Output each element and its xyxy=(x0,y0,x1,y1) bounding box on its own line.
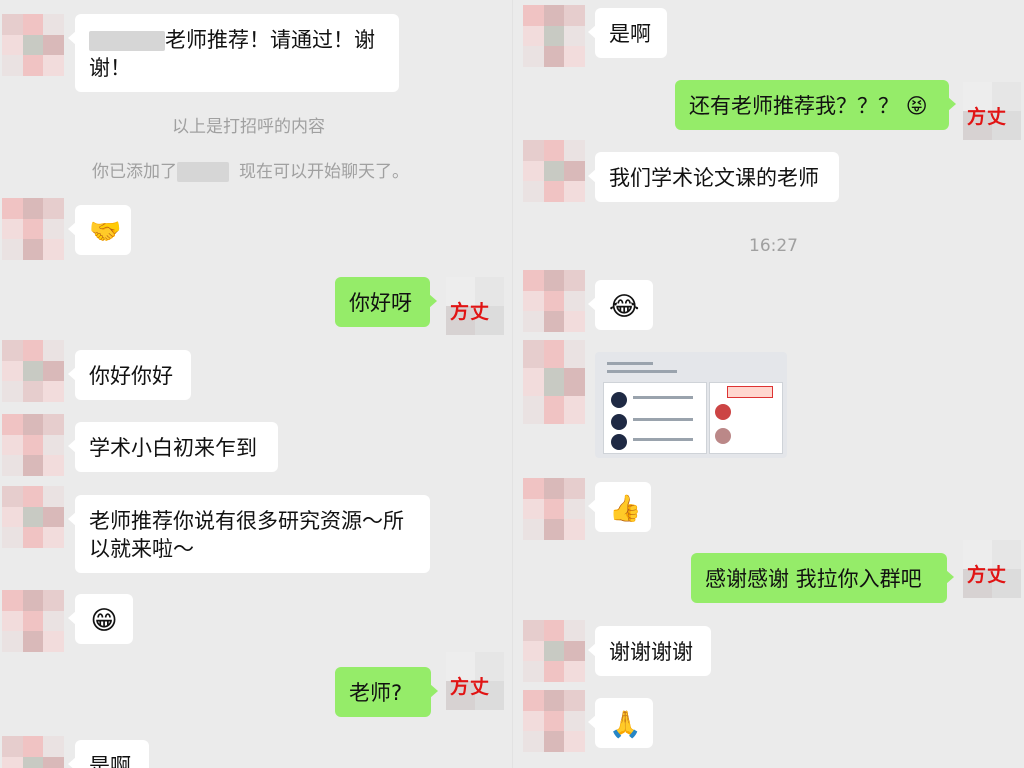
redacted-name xyxy=(177,162,229,182)
contact-avatar[interactable] xyxy=(2,198,64,260)
message-outgoing[interactable]: 你好呀 xyxy=(335,277,437,327)
my-avatar[interactable]: 方丈 xyxy=(963,540,1021,598)
chat-panel-right: 是啊 还有老师推荐我？？？ 😝 方丈 我们学术论文课的老师 16:27 😂 👍 … xyxy=(512,0,1024,768)
image-text-line xyxy=(633,438,693,441)
message-incoming[interactable]: 我们学术论文课的老师 xyxy=(588,152,839,202)
contact-avatar[interactable] xyxy=(2,414,64,476)
notice-prefix: 你已添加了 xyxy=(92,162,177,182)
image-text-line xyxy=(633,396,693,399)
emoji-inline: 😝 xyxy=(905,94,928,118)
contact-avatar[interactable] xyxy=(2,340,64,402)
emoji-message[interactable]: 🤝 xyxy=(68,205,131,255)
image-logo xyxy=(715,404,731,420)
image-logo xyxy=(611,414,627,430)
avatar-logo-text: 方丈 xyxy=(450,676,491,698)
image-logo xyxy=(611,434,627,450)
my-avatar[interactable]: 方丈 xyxy=(446,277,504,335)
emoji-message[interactable]: 😂 xyxy=(588,280,653,330)
contact-avatar[interactable] xyxy=(523,620,585,682)
message-outgoing[interactable]: 老师? xyxy=(335,667,438,717)
avatar-logo-text: 方丈 xyxy=(967,564,1008,586)
message-text: 还有老师推荐我？？？ xyxy=(689,94,899,118)
message-incoming[interactable]: 谢谢谢谢 xyxy=(588,626,711,676)
contact-avatar[interactable] xyxy=(2,486,64,548)
timestamp: 16:27 xyxy=(749,236,798,256)
message-outgoing[interactable]: 还有老师推荐我？？？ 😝 xyxy=(675,80,956,130)
contact-avatar[interactable] xyxy=(523,340,585,424)
avatar-logo-text: 方丈 xyxy=(450,301,491,323)
image-highlight xyxy=(727,386,773,398)
contact-avatar[interactable] xyxy=(2,590,64,652)
chat-panel-left: 老师推荐！请通过！谢谢！ 以上是打招呼的内容 你已添加了 现在可以开始聊天了。 🤝… xyxy=(0,0,512,768)
message-incoming[interactable]: 老师推荐你说有很多研究资源～所以就来啦～ xyxy=(68,495,430,573)
message-incoming[interactable]: 老师推荐！请通过！谢谢！ xyxy=(68,14,399,92)
notice-suffix: 现在可以开始聊天了。 xyxy=(239,162,409,182)
my-avatar[interactable]: 方丈 xyxy=(963,82,1021,140)
message-incoming[interactable]: 是啊 xyxy=(68,740,149,768)
redacted-name xyxy=(89,31,165,51)
image-message[interactable] xyxy=(595,352,787,458)
message-incoming[interactable]: 学术小白初来乍到 xyxy=(68,422,278,472)
image-logo xyxy=(611,392,627,408)
image-text-line xyxy=(607,362,653,365)
contact-avatar[interactable] xyxy=(523,270,585,332)
contact-avatar[interactable] xyxy=(523,5,585,67)
contact-avatar[interactable] xyxy=(2,14,64,76)
message-incoming[interactable]: 是啊 xyxy=(588,8,667,58)
contact-avatar[interactable] xyxy=(2,736,64,768)
contact-avatar[interactable] xyxy=(523,140,585,202)
avatar-logo-text: 方丈 xyxy=(967,106,1008,128)
image-text-line xyxy=(607,370,677,373)
system-notice: 以上是打招呼的内容 xyxy=(172,117,325,137)
image-logo xyxy=(715,428,731,444)
message-outgoing[interactable]: 感谢感谢 我拉你入群吧 xyxy=(691,553,954,603)
my-avatar[interactable]: 方丈 xyxy=(446,652,504,710)
message-incoming[interactable]: 你好你好 xyxy=(68,350,191,400)
contact-avatar[interactable] xyxy=(523,478,585,540)
image-text-line xyxy=(633,418,693,421)
emoji-message[interactable]: 👍 xyxy=(588,482,651,532)
emoji-message[interactable]: 😁 xyxy=(68,594,133,644)
emoji-message[interactable]: 🙏 xyxy=(588,698,653,748)
system-notice-added: 你已添加了 现在可以开始聊天了。 xyxy=(92,157,409,182)
contact-avatar[interactable] xyxy=(523,690,585,752)
